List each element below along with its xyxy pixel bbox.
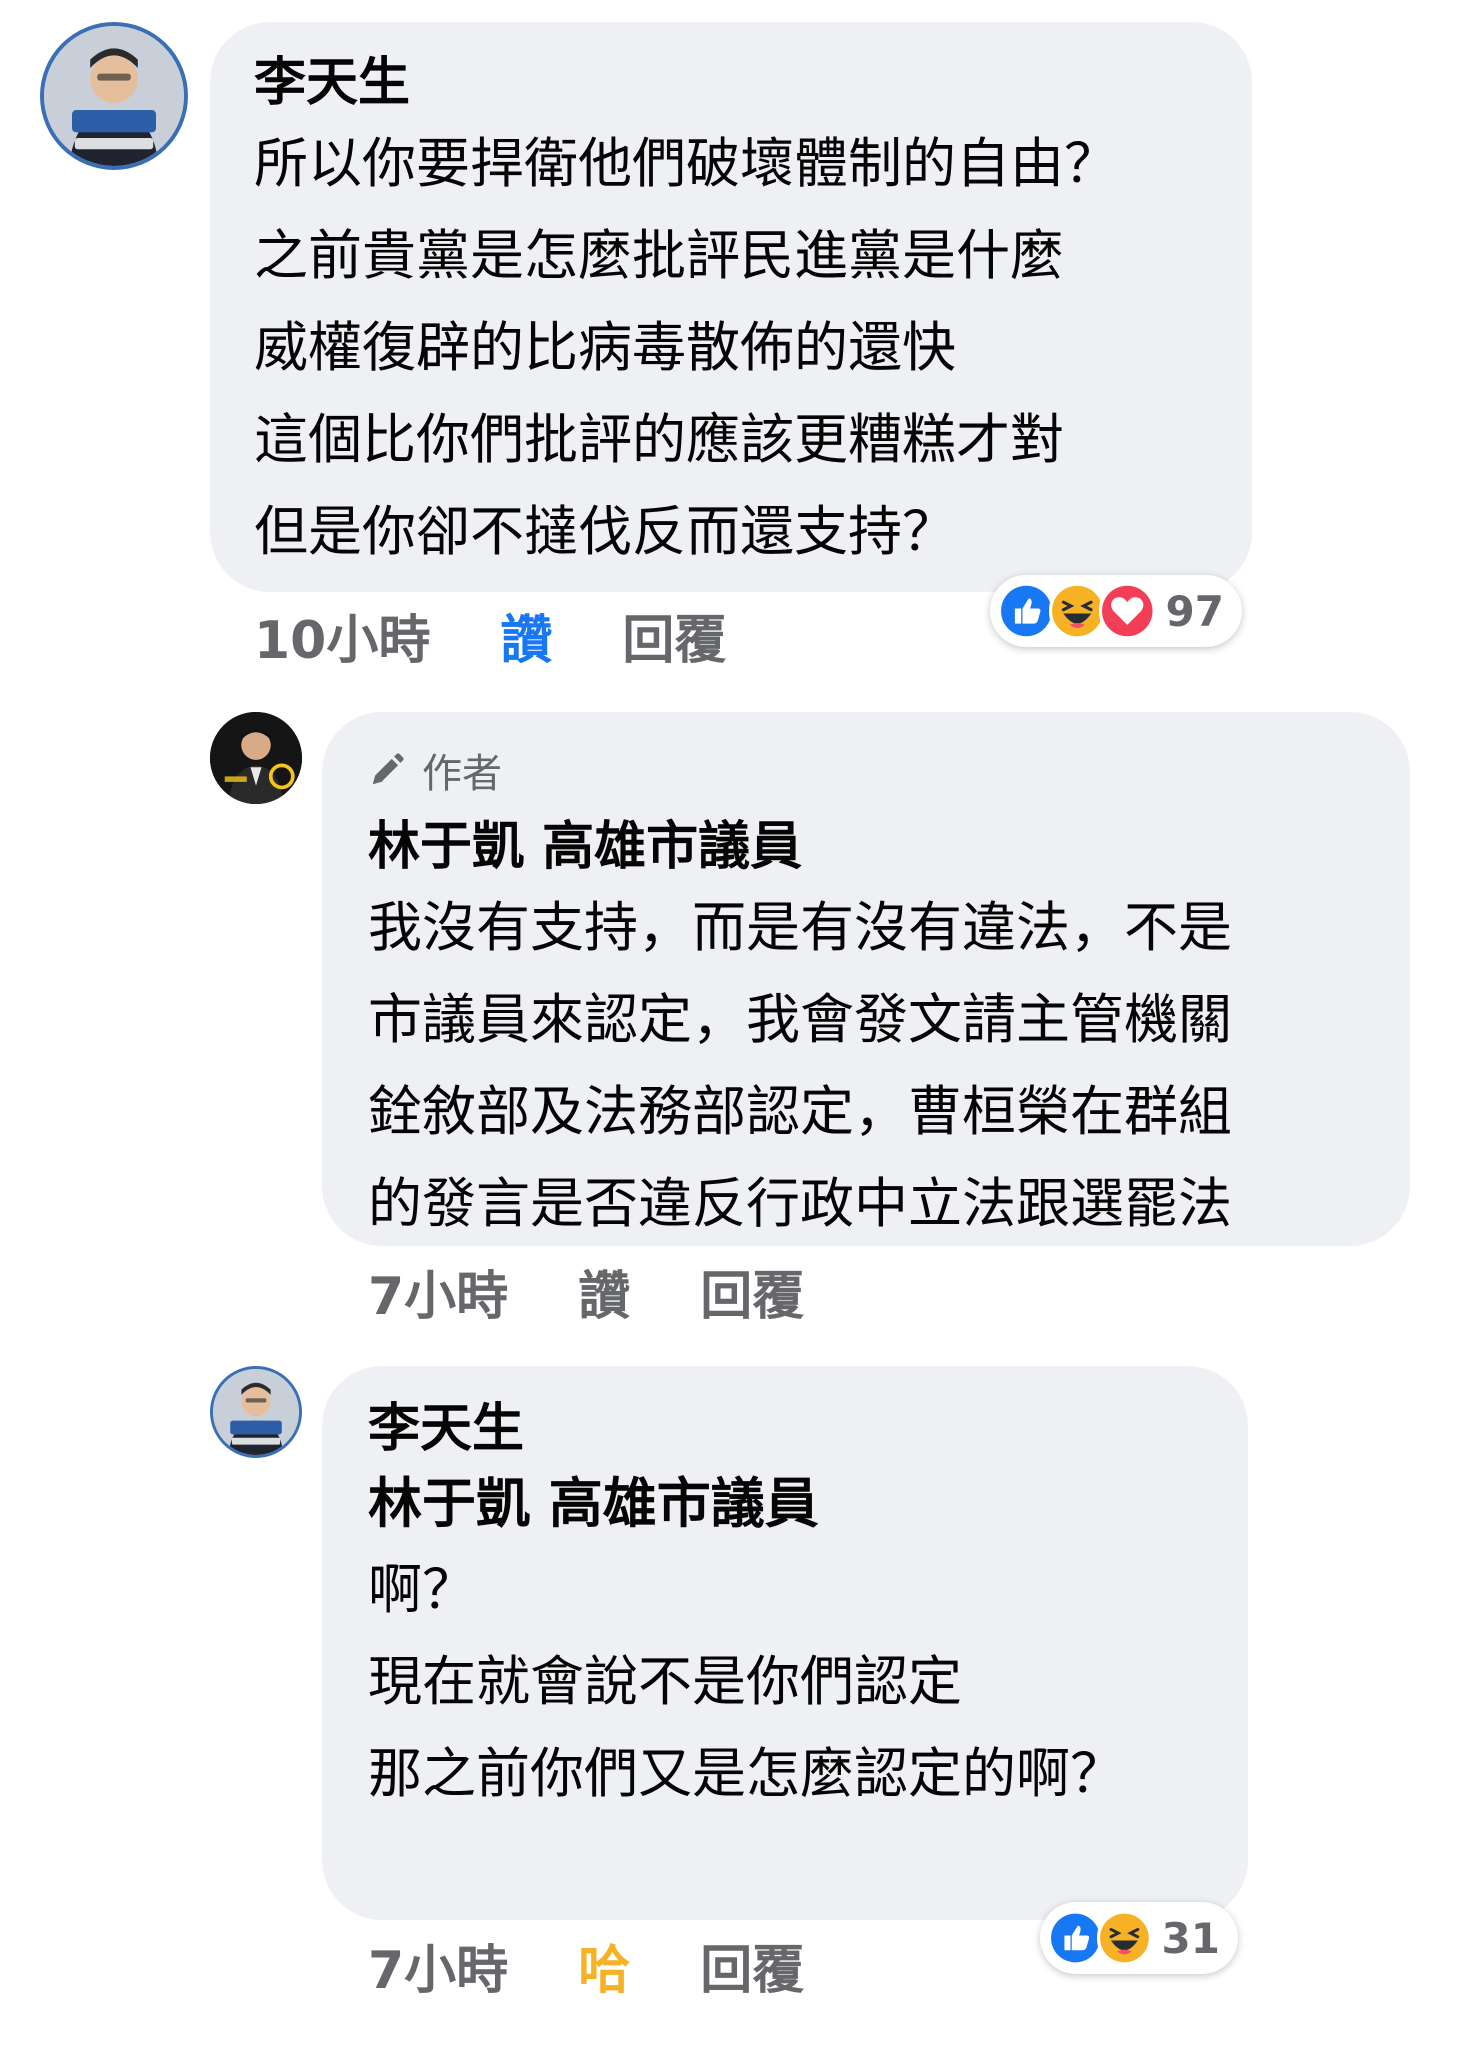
- comment-text-line: 但是你卻不撻伐反而還支持？: [254, 500, 956, 563]
- like-button[interactable]: 讚: [578, 1254, 630, 1329]
- mention-link[interactable]: 林于凱 高雄市議員: [368, 1464, 1248, 1544]
- haha-reaction-button[interactable]: 哈: [578, 1928, 630, 2003]
- comment-text-line: 所以你要捍衛他們破壞體制的自由？: [254, 132, 1118, 195]
- reaction-summary[interactable]: 31: [1040, 1902, 1238, 1974]
- comment-actions: 7小時 讚 回覆: [368, 1254, 804, 1329]
- comment-author[interactable]: 李天生: [254, 48, 1252, 118]
- comment-bubble: 作者 林于凱 高雄市議員 我沒有支持，而是有沒有違法，不是 市議員來認定，我會發…: [322, 712, 1410, 1246]
- person-avatar-icon: [44, 26, 184, 166]
- author-badge: 作者: [368, 740, 1410, 800]
- like-icon: [998, 578, 1055, 644]
- reaction-count: 31: [1161, 1913, 1220, 1963]
- reply-button[interactable]: 回覆: [700, 1928, 804, 2003]
- reply-button[interactable]: 回覆: [700, 1254, 804, 1329]
- comment-actions: 7小時 哈 回覆: [368, 1928, 804, 2003]
- comment-bubble: 李天生 林于凱 高雄市議員 啊？ 現在就會說不是你們認定 那之前你們又是怎麼認定…: [322, 1366, 1248, 1920]
- comment-text-line: 現在就會說不是你們認定: [368, 1650, 962, 1713]
- comment-actions: 10小時 讚 回覆: [254, 598, 726, 673]
- comment-text-line: 威權復辟的比病毒散佈的還快: [254, 316, 956, 379]
- comment-timestamp[interactable]: 7小時: [368, 1928, 508, 2003]
- comment-text-line: 這個比你們批評的應該更糟糕才對: [254, 408, 1064, 471]
- comment-text-line: 市議員來認定，我會發文請主管機關: [368, 988, 1232, 1051]
- like-button[interactable]: 讚: [500, 598, 552, 673]
- avatar[interactable]: [40, 22, 188, 170]
- comment-timestamp[interactable]: 7小時: [368, 1254, 508, 1329]
- reply-button[interactable]: 回覆: [622, 598, 726, 673]
- comment-text-line: 那之前你們又是怎麼認定的啊？: [368, 1742, 1124, 1805]
- comment-text-line: 我沒有支持，而是有沒有違法，不是: [368, 896, 1232, 959]
- love-icon: [1099, 578, 1156, 644]
- comment-author[interactable]: 李天生: [368, 1394, 1248, 1464]
- like-icon: [1048, 1905, 1103, 1971]
- comment-author[interactable]: 林于凱 高雄市議員: [368, 812, 1410, 882]
- comment-text-line: 的發言是否違反行政中立法跟選罷法: [368, 1172, 1232, 1235]
- avatar[interactable]: [210, 712, 302, 804]
- comment-text-line: 啊？: [368, 1558, 476, 1621]
- haha-icon: [1048, 578, 1106, 644]
- haha-icon: [1096, 1905, 1152, 1971]
- author-badge-label: 作者: [422, 751, 502, 797]
- comment-timestamp[interactable]: 10小時: [254, 598, 430, 673]
- person-avatar-icon: [213, 1369, 299, 1455]
- avatar[interactable]: [210, 1366, 302, 1458]
- person-avatar-icon: [210, 712, 302, 804]
- comment-text-line: 銓敘部及法務部認定，曹桓榮在群組: [368, 1080, 1232, 1143]
- pencil-icon: [372, 753, 404, 785]
- comment-text-line: 之前貴黨是怎麼批評民進黨是什麼: [254, 224, 1064, 287]
- comment-bubble: 李天生 所以你要捍衛他們破壞體制的自由？ 之前貴黨是怎麼批評民進黨是什麼 威權復…: [210, 22, 1252, 592]
- reaction-summary[interactable]: 97: [990, 575, 1242, 647]
- reaction-count: 97: [1165, 586, 1224, 636]
